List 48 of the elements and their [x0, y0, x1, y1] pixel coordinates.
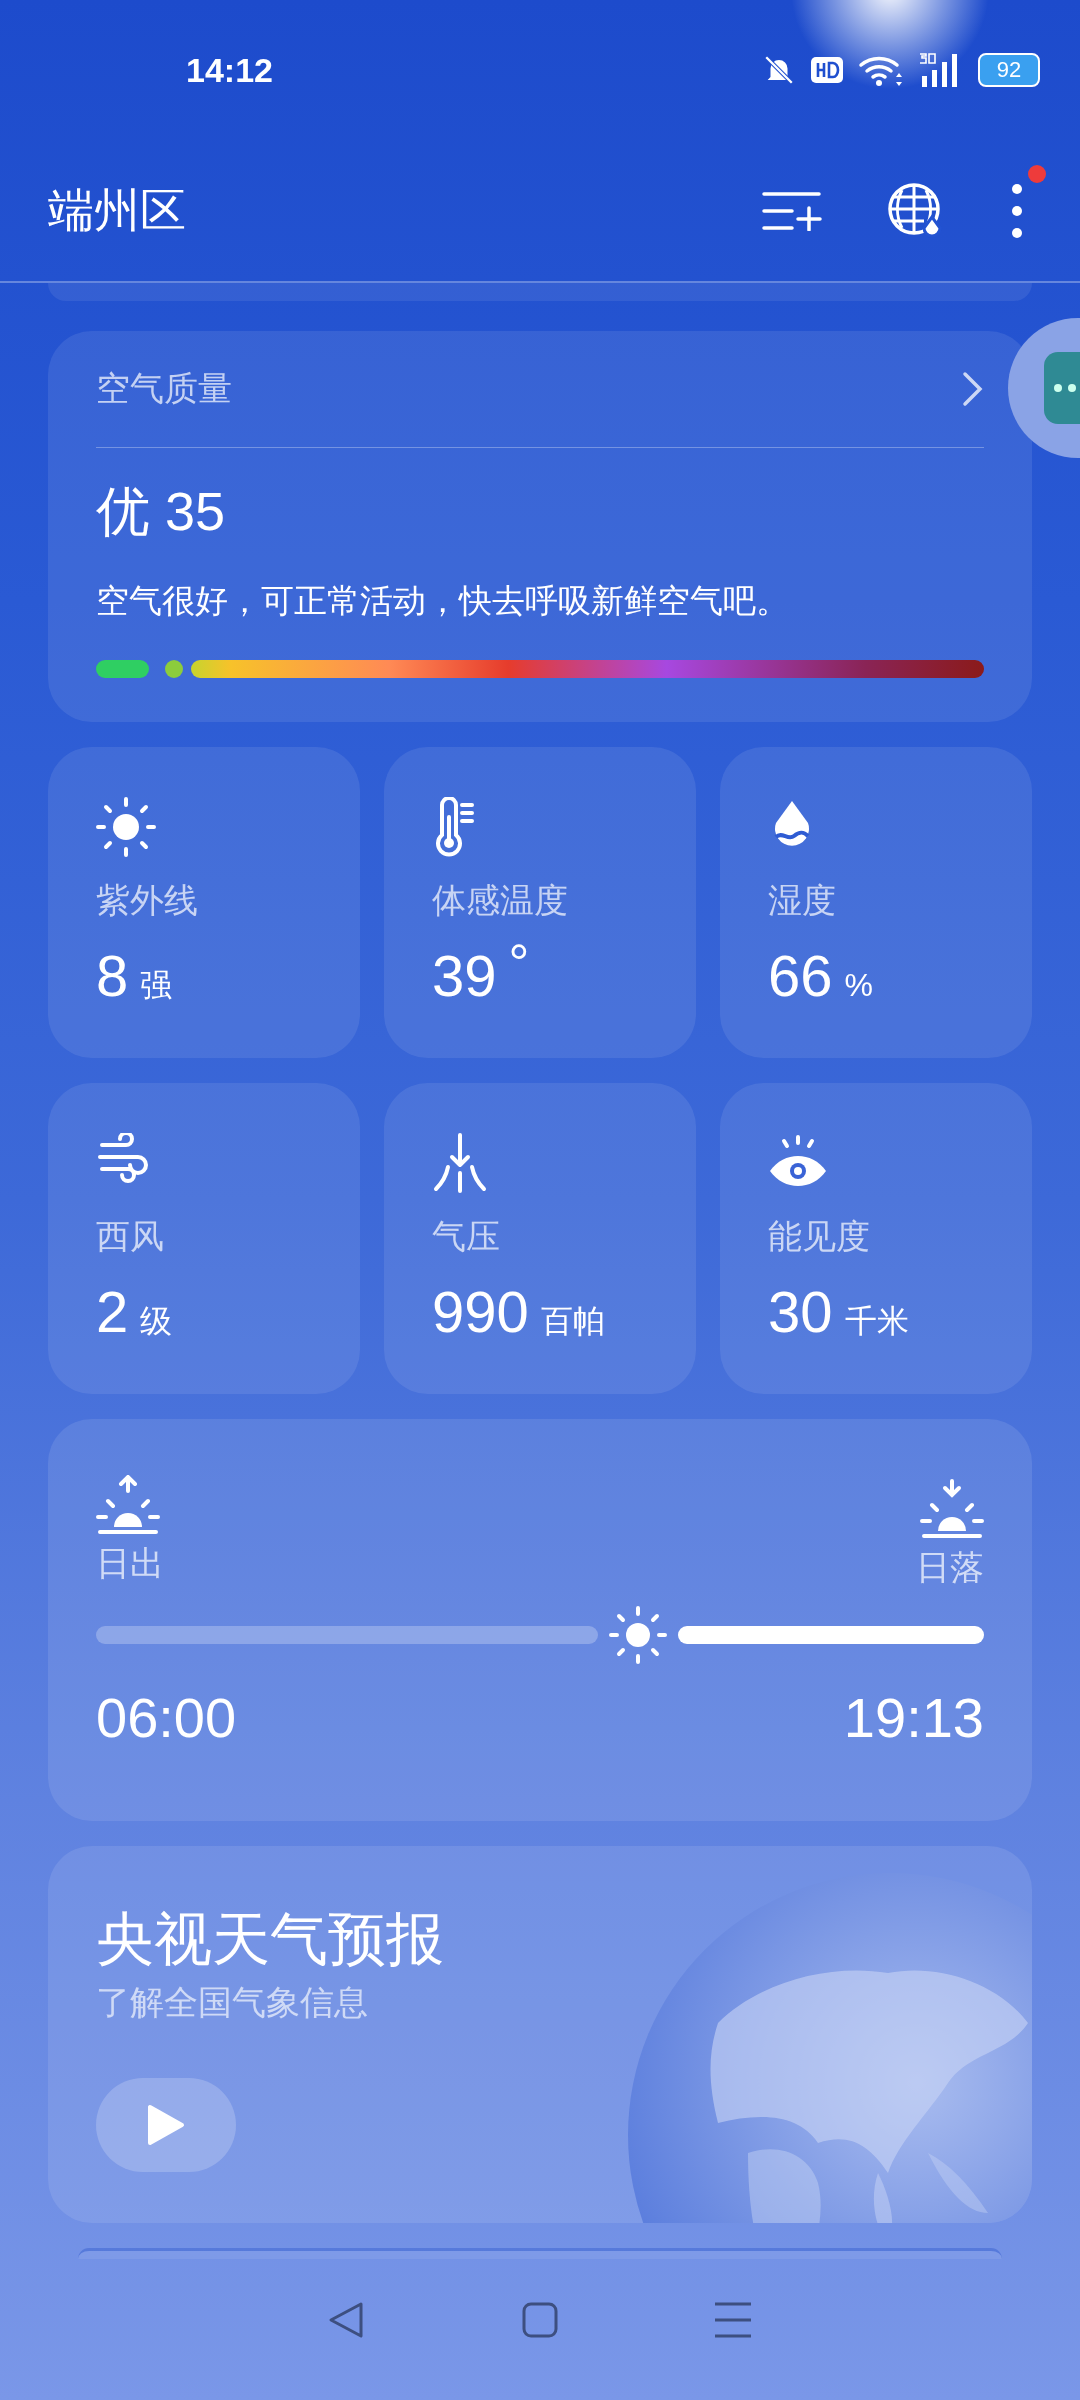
- tile-value: 39: [432, 943, 497, 1009]
- aqi-marker: [165, 660, 184, 678]
- weather-tile[interactable]: 气压 990 百帕: [384, 1083, 696, 1394]
- weather-video-card[interactable]: 央视天气预报 了解全国气象信息: [48, 1846, 1032, 2223]
- tile-value: 8: [96, 943, 129, 1009]
- bell-off-icon: [762, 53, 796, 87]
- tile-unit: 百帕: [540, 1302, 605, 1341]
- battery-indicator: 92: [978, 53, 1040, 87]
- tile-label: 湿度: [768, 880, 836, 921]
- video-subtitle: 了解全国气象信息: [96, 1982, 368, 2023]
- tile-label: 能见度: [768, 1216, 870, 1257]
- air-quality-title: 空气质量: [96, 368, 232, 409]
- air-quality-description: 空气很好，可正常活动，快去呼吸新鲜空气吧。: [96, 581, 790, 621]
- pressure-icon: [432, 1133, 488, 1193]
- tile-unit: %: [844, 967, 873, 1004]
- aqi-value: 优 35: [96, 480, 227, 543]
- weather-tile[interactable]: 湿度 66 %: [720, 747, 1032, 1058]
- tile-label: 体感温度: [432, 880, 568, 921]
- sunset-label: 日落: [916, 1547, 984, 1588]
- hd-icon: [810, 55, 844, 85]
- weather-tile[interactable]: 西风 2 级: [48, 1083, 360, 1394]
- tile-value: 66: [768, 943, 833, 1009]
- add-list-icon[interactable]: [762, 190, 822, 231]
- weather-tile[interactable]: 紫外线 8 强: [48, 747, 360, 1058]
- sunrise-time: 06:00: [96, 1685, 237, 1750]
- tile-label: 气压: [432, 1216, 500, 1257]
- tile-unit: 千米: [844, 1302, 909, 1341]
- air-quality-card[interactable]: 空气质量 优 35 空气很好，可正常活动，快去呼吸新鲜空气吧。: [48, 331, 1032, 722]
- weather-tile[interactable]: 能见度 30 千米: [720, 1083, 1032, 1394]
- sunset-time: 19:13: [843, 1685, 984, 1750]
- tile-value: 2: [96, 1279, 129, 1345]
- sunrise-icon: [96, 1475, 160, 1535]
- play-icon: [146, 2103, 186, 2147]
- sun-icon: [96, 797, 156, 857]
- tile-value: 30: [768, 1279, 833, 1345]
- tile-unit: 级: [140, 1302, 173, 1341]
- tile-value: 990: [432, 1279, 529, 1345]
- tile-label: 西风: [96, 1216, 164, 1257]
- chevron-right-icon[interactable]: [962, 371, 984, 407]
- city-title: 端州区: [48, 182, 186, 238]
- tile-unit: °: [508, 943, 530, 983]
- video-title: 央视天气预报: [96, 1905, 444, 1973]
- weather-tile[interactable]: 体感温度 39 °: [384, 747, 696, 1058]
- sunrise-label: 日出: [96, 1543, 164, 1584]
- tile-label: 紫外线: [96, 880, 198, 921]
- sunset-icon: [920, 1479, 984, 1539]
- status-time: 14:12: [186, 50, 273, 90]
- tile-unit: 强: [140, 966, 173, 1005]
